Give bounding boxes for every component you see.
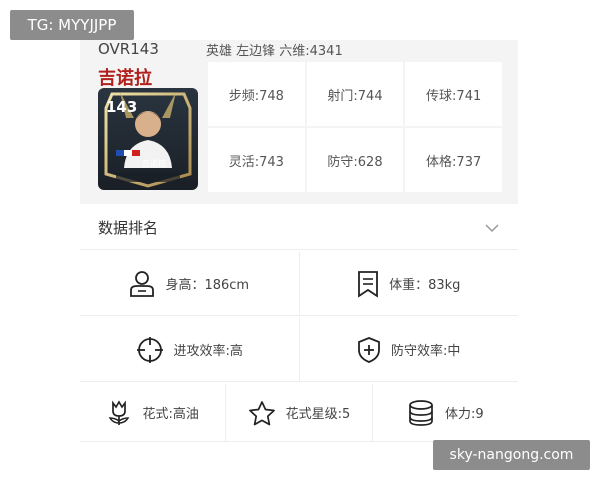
flower-icon [106,399,132,427]
stat-physical: 体格:737 [405,128,502,192]
attribute-skill-style: 花式:高油 [80,384,227,442]
attribute-weight: 体重：83kg [299,252,518,316]
stat-dribbling: 灵活:743 [208,128,305,192]
attribute-row-body: 身高：186cm 体重：83kg [80,252,518,316]
star-icon [248,400,276,426]
bookmark-icon [357,270,379,298]
tg-label: TG: MYYJJPP [10,10,134,40]
crosshair-icon [136,336,164,364]
ranking-header[interactable]: 数据排名 [80,206,518,250]
player-ovr: OVR143 [98,40,159,58]
person-icon [129,270,155,298]
stat-defending: 防守:628 [306,128,404,192]
stat-pace: 步频:748 [208,62,305,126]
attribute-skill-stars: 花式星级:5 [226,384,373,442]
skill-stars-value: 花式星级:5 [285,407,351,422]
attribute-row-efficiency: 进攻效率:高 防守效率:中 [80,318,518,382]
player-name: 吉诺拉 [98,68,152,89]
ranking-title: 数据排名 [98,219,159,237]
attribute-row-skill: 花式:高油 花式星级:5 体力:9 [80,384,518,442]
attribute-defense-efficiency: 防守效率:中 [299,318,518,382]
coin-stack-icon [407,399,435,427]
card-name: 吉诺拉 [142,159,166,168]
weight-value: 体重：83kg [389,278,461,293]
player-card-image[interactable]: 143 吉诺拉 [98,88,198,190]
stamina-value: 体力:9 [444,407,484,422]
site-watermark: sky-nangong.com [433,440,590,470]
skill-style-value: 花式:高油 [142,407,199,422]
player-card: OVR143 英雄 左边锋 六维:4341 吉诺拉 143 吉诺拉 步频:748… [80,40,518,204]
chevron-down-icon[interactable] [484,223,500,233]
shield-plus-icon [357,336,381,364]
player-position-line: 英雄 左边锋 六维:4341 [206,44,343,59]
height-value: 身高：186cm [165,278,250,293]
defense-efficiency-value: 防守效率:中 [391,344,461,359]
card-rating: 143 [106,98,138,116]
stat-passing: 传球:741 [405,62,502,126]
attribute-stamina: 体力:9 [372,384,518,442]
stat-shooting: 射门:744 [306,62,404,126]
attack-efficiency-value: 进攻效率:高 [173,344,243,359]
attribute-attack-efficiency: 进攻效率:高 [80,318,300,382]
player-stats-grid: 步频:748 射门:744 传球:741 灵活:743 防守:628 体格:73… [208,62,502,192]
attribute-height: 身高：186cm [80,252,300,316]
